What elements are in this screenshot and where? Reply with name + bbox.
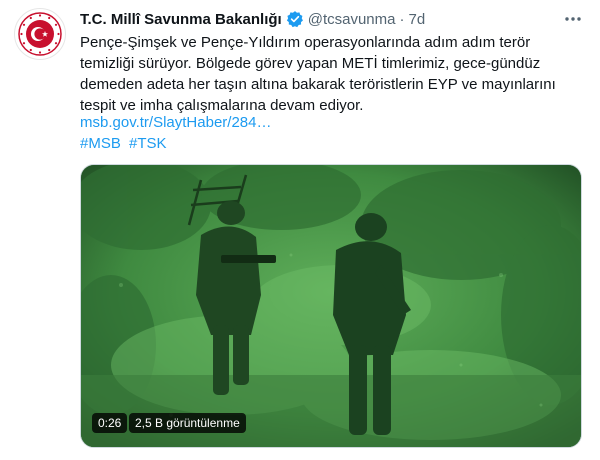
author-name[interactable]: T.C. Millî Savunma Bakanlığı [80,11,282,28]
tweet-text: Pençe-Şimşek ve Pençe-Yıldırım operasyon… [80,34,556,114]
video-views-badge: 2,5 B görüntülenme [129,413,246,433]
video-duration-badge: 0:26 [92,413,128,433]
msb-logo-icon [18,12,62,56]
tweet-timestamp[interactable]: 7d [408,11,425,28]
hashtag-list: #MSB #TSK [80,135,171,152]
hashtag-msb[interactable]: #MSB [80,135,121,152]
hashtag-tsk[interactable]: #TSK [129,135,167,152]
author-handle[interactable]: @tcsavunma [308,11,396,28]
avatar[interactable] [14,8,66,60]
separator-dot: · [399,10,405,28]
tweet-header: T.C. Millî Savunma Bakanlığı @tcsavunma … [80,8,425,30]
tweet-link[interactable]: msb.gov.tr/SlaytHaber/284… [80,114,271,131]
tweet[interactable]: T.C. Millî Savunma Bakanlığı @tcsavunma … [0,0,600,460]
night-vision-video-frame [81,165,581,447]
video-player[interactable] [80,164,582,448]
more-options-icon[interactable] [562,8,584,30]
verified-badge-icon [286,10,304,28]
